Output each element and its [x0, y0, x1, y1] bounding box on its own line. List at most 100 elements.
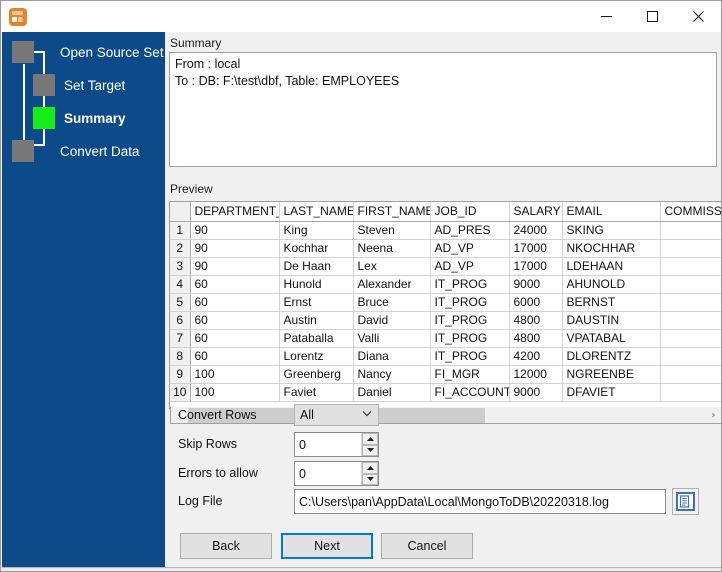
table-cell[interactable]: 60 [190, 347, 280, 366]
table-cell[interactable]: David [353, 311, 431, 330]
skip-rows-stepper[interactable]: 0 [294, 432, 379, 457]
table-row[interactable]: 1 90 King Steven AD_PRES 24000 SKING [170, 221, 721, 240]
table-row[interactable]: 8 60 Lorentz Diana IT_PROG 4200 DLORENTZ [170, 347, 721, 366]
table-cell[interactable]: SKING [562, 221, 661, 240]
table-cell[interactable]: 90 [190, 221, 280, 240]
stepper-down-icon[interactable] [362, 444, 378, 456]
column-header[interactable]: EMAIL [562, 202, 661, 222]
table-cell[interactable] [660, 311, 721, 330]
maximize-button[interactable] [629, 1, 675, 32]
table-cell[interactable]: IT_PROG [430, 329, 510, 348]
table-cell[interactable]: 6000 [509, 293, 563, 312]
table-cell[interactable]: BERNST [562, 293, 661, 312]
column-header[interactable]: DEPARTMENT_ [190, 202, 280, 222]
table-cell[interactable]: 60 [190, 293, 280, 312]
table-cell[interactable]: IT_PROG [430, 275, 510, 294]
table-row[interactable]: 6 60 Austin David IT_PROG 4800 DAUSTIN [170, 311, 721, 330]
table-cell[interactable]: Austin [279, 311, 354, 330]
table-cell[interactable]: Steven [353, 221, 431, 240]
table-row[interactable]: 10 100 Faviet Daniel FI_ACCOUNT 9000 DFAVIET [170, 383, 721, 402]
column-header[interactable]: FIRST_NAME [353, 202, 431, 222]
row-header-cell[interactable]: 2 [170, 239, 191, 258]
preview-table[interactable]: DEPARTMENT_ LAST_NAME FIRST_NAME JOB_ID … [169, 201, 721, 409]
table-cell[interactable]: Nancy [353, 365, 431, 384]
table-cell[interactable]: 90 [190, 239, 280, 258]
table-cell[interactable]: NGREENBE [562, 365, 661, 384]
table-cell[interactable]: 100 [190, 365, 280, 384]
cancel-button[interactable]: Cancel [381, 533, 473, 559]
table-cell[interactable] [660, 221, 721, 240]
table-cell[interactable]: 9000 [509, 275, 563, 294]
table-cell[interactable]: 17000 [509, 239, 563, 258]
table-cell[interactable]: 100 [190, 383, 280, 402]
scrollbar-track[interactable] [188, 407, 705, 424]
table-cell[interactable]: Lex [353, 257, 431, 276]
table-cell[interactable]: 12000 [509, 365, 563, 384]
table-cell[interactable]: 9000 [509, 383, 563, 402]
row-header-cell[interactable]: 7 [170, 329, 191, 348]
table-cell[interactable]: 60 [190, 275, 280, 294]
table-cell[interactable]: Neena [353, 239, 431, 258]
table-cell[interactable] [660, 257, 721, 276]
table-cell[interactable] [660, 329, 721, 348]
column-header[interactable]: COMMISS [660, 202, 721, 222]
sidebar-item-open-source-set[interactable]: Open Source Set [12, 41, 164, 63]
column-header[interactable]: LAST_NAME [279, 202, 354, 222]
row-header-cell[interactable]: 6 [170, 311, 191, 330]
table-row[interactable]: 2 90 Kochhar Neena AD_VP 17000 NKOCHHAR [170, 239, 721, 258]
sidebar-item-summary[interactable]: Summary [33, 107, 126, 129]
table-cell[interactable]: LDEHAAN [562, 257, 661, 276]
table-cell[interactable]: AHUNOLD [562, 275, 661, 294]
table-cell[interactable]: DFAVIET [562, 383, 661, 402]
table-cell[interactable]: De Haan [279, 257, 354, 276]
column-header[interactable]: SALARY [509, 202, 563, 222]
log-file-input[interactable]: C:\Users\pan\AppData\Local\MongoToDB\202… [294, 489, 666, 514]
row-header-cell[interactable]: 4 [170, 275, 191, 294]
minimize-button[interactable] [583, 1, 629, 32]
column-header[interactable]: JOB_ID [430, 202, 510, 222]
row-header-cell[interactable]: 5 [170, 293, 191, 312]
table-cell[interactable]: Ernst [279, 293, 354, 312]
table-row[interactable]: 4 60 Hunold Alexander IT_PROG 9000 AHUNOLD [170, 275, 721, 294]
table-cell[interactable] [660, 275, 721, 294]
table-cell[interactable] [660, 383, 721, 402]
table-cell[interactable]: DLORENTZ [562, 347, 661, 366]
table-cell[interactable]: Kochhar [279, 239, 354, 258]
table-cell[interactable]: DAUSTIN [562, 311, 661, 330]
table-row[interactable]: 9 100 Greenberg Nancy FI_MGR 12000 NGREENBE [170, 365, 721, 384]
table-cell[interactable]: 4800 [509, 329, 563, 348]
stepper-up-icon[interactable] [362, 433, 378, 445]
table-cell[interactable] [660, 293, 721, 312]
next-button[interactable]: Next [281, 533, 373, 559]
scroll-right-arrow-icon[interactable]: › [705, 407, 721, 424]
close-button[interactable] [675, 1, 721, 32]
table-cell[interactable]: IT_PROG [430, 293, 510, 312]
sidebar-item-set-target[interactable]: Set Target [33, 74, 125, 96]
table-cell[interactable]: NKOCHHAR [562, 239, 661, 258]
table-cell[interactable]: VPATABAL [562, 329, 661, 348]
log-file-browse-button[interactable] [672, 488, 699, 515]
convert-rows-select[interactable]: All [294, 404, 379, 426]
table-cell[interactable]: 60 [190, 329, 280, 348]
table-row[interactable]: 7 60 Pataballa Valli IT_PROG 4800 VPATABAL [170, 329, 721, 348]
table-cell[interactable]: Diana [353, 347, 431, 366]
row-header-cell[interactable]: 3 [170, 257, 191, 276]
row-header-cell[interactable]: 10 [170, 383, 191, 402]
errors-to-allow-stepper[interactable]: 0 [294, 461, 379, 486]
table-cell[interactable]: 24000 [509, 221, 563, 240]
table-cell[interactable]: IT_PROG [430, 347, 510, 366]
back-button[interactable]: Back [180, 533, 272, 559]
summary-textbox[interactable]: From : local To : DB: F:\test\dbf, Table… [169, 52, 717, 167]
table-cell[interactable]: Faviet [279, 383, 354, 402]
table-cell[interactable] [660, 239, 721, 258]
table-cell[interactable]: Lorentz [279, 347, 354, 366]
table-cell[interactable]: Hunold [279, 275, 354, 294]
row-header-cell[interactable]: 1 [170, 221, 191, 240]
table-cell[interactable]: Pataballa [279, 329, 354, 348]
sidebar-item-convert-data[interactable]: Convert Data [12, 140, 140, 162]
table-cell[interactable]: 90 [190, 257, 280, 276]
stepper-up-icon[interactable] [362, 462, 378, 474]
table-cell[interactable]: 4800 [509, 311, 563, 330]
table-cell[interactable]: Alexander [353, 275, 431, 294]
row-header-cell[interactable]: 8 [170, 347, 191, 366]
